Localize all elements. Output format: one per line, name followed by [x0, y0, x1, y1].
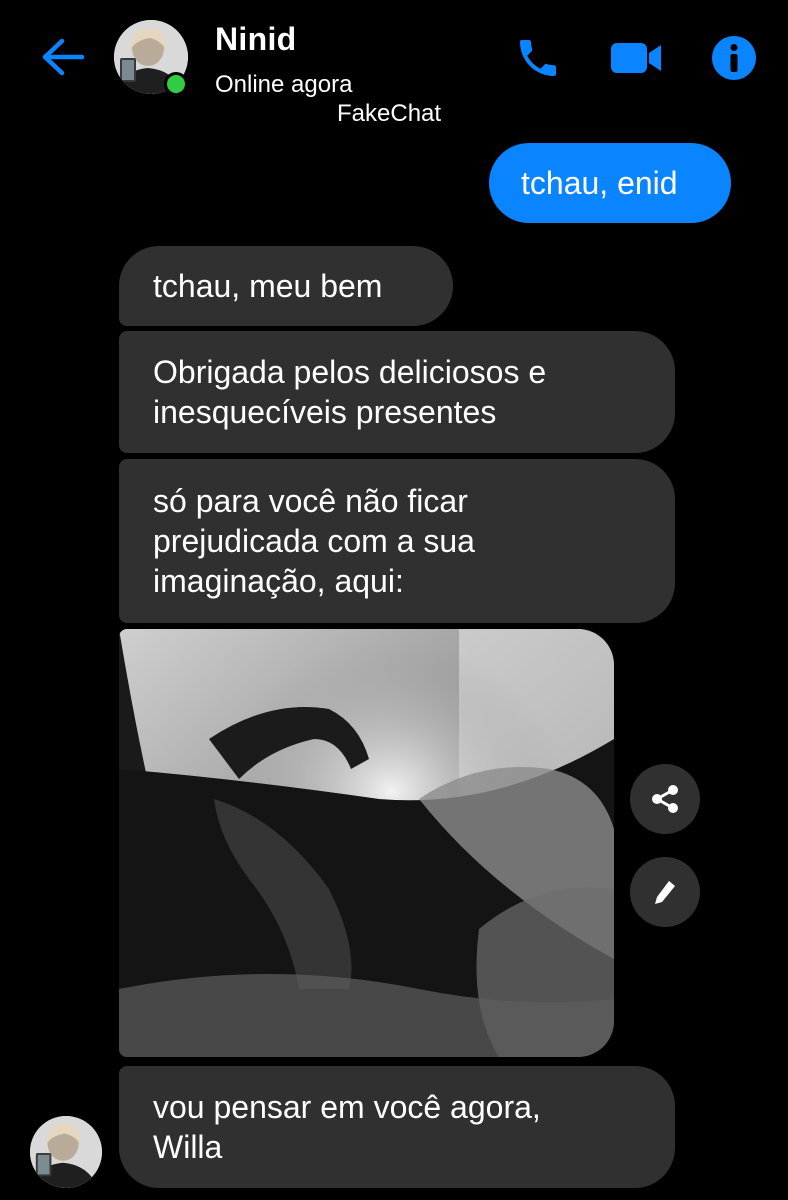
message-text: Obrigada pelos deliciosos e inesquecívei… — [153, 354, 547, 430]
edit-button[interactable] — [630, 857, 700, 927]
share-icon — [652, 785, 678, 813]
back-button[interactable] — [38, 35, 88, 79]
message-text: só para você não ficar prejudicada com a… — [153, 483, 475, 599]
message-bubble-incoming[interactable]: Obrigada pelos deliciosos e inesquecívei… — [119, 331, 675, 453]
watermark-label: FakeChat — [337, 100, 442, 127]
message-text: tchau, meu bem — [153, 268, 383, 304]
message-bubble-incoming[interactable]: tchau, meu bem — [119, 246, 453, 326]
message-bubble-incoming[interactable]: vou pensar em você agora, Willa — [119, 1066, 675, 1188]
contact-avatar[interactable] — [114, 20, 190, 96]
online-status: Online agora — [215, 71, 353, 98]
call-button[interactable] — [510, 32, 566, 84]
info-icon — [712, 36, 756, 80]
pencil-icon — [655, 881, 675, 904]
message-bubble-incoming[interactable]: só para você não ficar prejudicada com a… — [119, 459, 675, 623]
contact-name[interactable]: Ninid — [215, 20, 296, 58]
photo-message[interactable] — [119, 629, 614, 1057]
online-indicator — [164, 72, 188, 96]
phone-icon — [520, 40, 556, 76]
info-button[interactable] — [706, 32, 762, 84]
video-call-button[interactable] — [608, 32, 664, 84]
message-text: tchau, enid — [521, 165, 678, 201]
message-bubble-outgoing[interactable]: tchau, enid — [489, 143, 731, 223]
message-text: vou pensar em você agora, Willa — [153, 1089, 541, 1165]
sender-avatar — [30, 1116, 102, 1188]
video-camera-icon — [611, 43, 661, 73]
arrow-left-icon — [42, 38, 85, 76]
share-button[interactable] — [630, 764, 700, 834]
